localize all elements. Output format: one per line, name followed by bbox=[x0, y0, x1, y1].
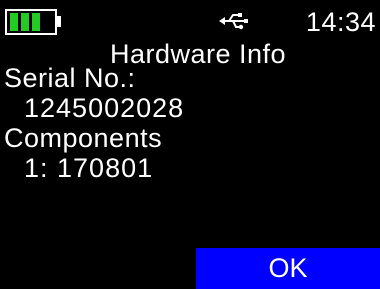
battery-cap bbox=[57, 16, 61, 27]
battery-cell bbox=[32, 13, 40, 31]
battery-icon bbox=[5, 9, 57, 35]
status-time: 14:34 bbox=[305, 7, 376, 37]
battery-cell bbox=[10, 13, 18, 31]
serial-value: 1245002028 bbox=[24, 93, 185, 123]
components-value: 1: 170801 bbox=[24, 153, 154, 183]
components-label: Components bbox=[4, 123, 163, 153]
battery-cell bbox=[21, 13, 29, 31]
ok-button-label: OK bbox=[268, 253, 308, 283]
ok-button[interactable]: OK bbox=[196, 248, 380, 289]
serial-label: Serial No.: bbox=[4, 63, 136, 93]
device-screen: 14:34 Hardware Info Serial No.: 12450020… bbox=[0, 0, 380, 289]
usb-icon bbox=[219, 13, 248, 30]
